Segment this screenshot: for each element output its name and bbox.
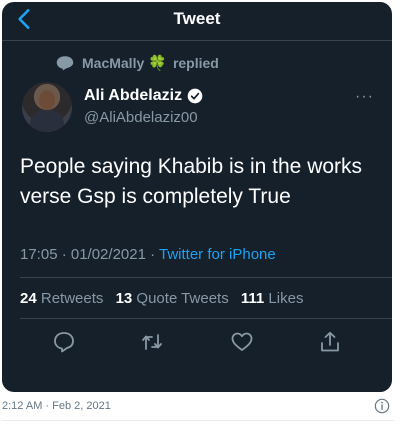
retweets-count: 24 — [20, 290, 37, 307]
tweet-time[interactable]: 17:05 · 01/02/2021 · — [20, 246, 159, 263]
quotes-label: Quote Tweets — [136, 290, 229, 307]
quotes-count: 13 — [115, 290, 133, 307]
reply-bubble-icon — [56, 56, 74, 71]
retweet-icon[interactable] — [140, 330, 164, 354]
tweet-text: People saying Khabib is in the works ver… — [20, 155, 363, 208]
embed-timestamp[interactable]: 2:12 AM · Feb 2, 2021 — [2, 400, 111, 412]
tweet-meta: 17:05 · 01/02/2021 · Twitter for iPhone — [20, 246, 276, 263]
divider — [20, 318, 392, 319]
reply-context: MacMally 🍀 replied — [56, 54, 219, 72]
share-icon[interactable] — [318, 330, 342, 354]
tweet-stats: 24 Retweets 13 Quote Tweets 111 Likes — [20, 290, 311, 307]
verified-icon — [187, 88, 203, 104]
info-icon[interactable] — [374, 398, 390, 414]
likes-label: Likes — [268, 290, 304, 307]
page-title: Tweet — [173, 9, 221, 28]
reply-icon[interactable] — [52, 330, 76, 354]
action-bar — [2, 330, 392, 356]
quotes-stat[interactable]: 13 Quote Tweets — [116, 290, 229, 307]
retweets-stat[interactable]: 24 Retweets — [20, 290, 103, 307]
tweet-client[interactable]: Twitter for iPhone — [159, 246, 276, 263]
avatar[interactable] — [22, 82, 72, 132]
reply-context-name[interactable]: MacMally — [82, 55, 144, 71]
author-name[interactable]: Ali Abdelaziz — [84, 87, 182, 105]
author-name-row: Ali Abdelaziz — [84, 87, 203, 105]
more-icon[interactable]: ··· — [355, 88, 374, 106]
divider — [2, 420, 394, 421]
reply-context-label: replied — [172, 55, 219, 71]
retweets-label: Retweets — [40, 290, 104, 307]
top-bar: Tweet — [2, 2, 392, 41]
clover-emoji: 🍀 — [148, 55, 167, 72]
like-icon[interactable] — [230, 330, 254, 354]
author-handle[interactable]: @AliAbdelaziz00 — [84, 109, 198, 126]
tweet-card: Tweet MacMally 🍀 replied Ali Abdelaziz @… — [2, 2, 392, 392]
likes-stat[interactable]: 111 Likes — [241, 290, 304, 307]
likes-count: 111 — [240, 290, 265, 307]
divider — [20, 277, 392, 278]
